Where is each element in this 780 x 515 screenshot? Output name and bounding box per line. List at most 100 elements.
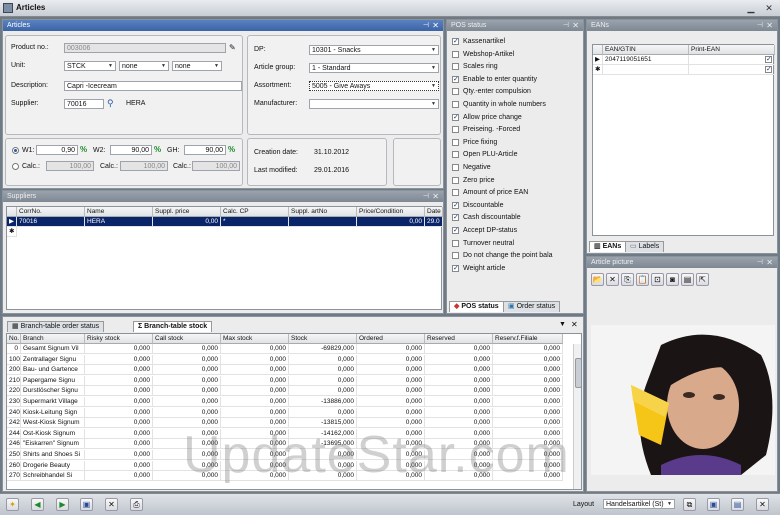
branch-cell[interactable]: 0,000 — [153, 397, 221, 407]
branch-cell[interactable]: 0,000 — [493, 397, 563, 407]
table-row[interactable]: 200 Bau- und Gartence 0,000 0,000 0,000 0,000… — [7, 365, 573, 376]
pos-status-item[interactable]: ✓ Kassenartikel — [452, 37, 582, 47]
pos-status-item[interactable]: Open PLU-Article — [452, 150, 582, 160]
branch-cell[interactable]: -69829,000 — [289, 344, 357, 354]
close-panel-icon[interactable]: ✕ — [766, 257, 773, 268]
branch-cell[interactable]: 0,000 — [425, 407, 493, 418]
pos-status-item[interactable]: Webshop-Artikel — [452, 50, 582, 60]
branch-cell[interactable]: 0,000 — [85, 428, 153, 439]
print-ean-cell[interactable] — [689, 55, 775, 65]
pos-status-checkbox[interactable]: ✓ — [452, 264, 459, 272]
branch-cell[interactable]: 0 — [7, 344, 21, 354]
branch-cell[interactable]: West-Kiosk Signum — [21, 418, 85, 429]
vertical-scrollbar[interactable] — [573, 344, 581, 489]
scrollbar-thumb[interactable] — [575, 358, 581, 388]
print-icon[interactable]: ⎙ — [130, 498, 143, 511]
branch-cell[interactable]: 0,000 — [221, 375, 289, 386]
forward-icon[interactable]: ▶ — [56, 498, 69, 511]
supplier-price-cell[interactable]: 0,00 — [153, 217, 221, 227]
percent-icon[interactable]: % — [80, 145, 88, 154]
branch-cell[interactable]: 0,000 — [289, 386, 357, 397]
branch-cell[interactable]: 0,000 — [425, 397, 493, 407]
new-icon[interactable]: ✦ — [6, 498, 19, 511]
branch-cell[interactable]: 0,000 — [153, 365, 221, 376]
back-icon[interactable]: ◀ — [31, 498, 44, 511]
branch-cell[interactable]: 0,000 — [85, 450, 153, 460]
pos-status-item[interactable]: Preiseing. -Forced — [452, 125, 582, 135]
branch-cell[interactable]: 0,000 — [357, 386, 425, 397]
close-panel-icon[interactable]: ✕ — [432, 191, 439, 202]
branch-cell[interactable]: 0,000 — [85, 354, 153, 365]
branch-column-header[interactable]: Branch — [21, 334, 85, 344]
gh-field[interactable]: 90,00 — [184, 145, 226, 155]
manufacturer-select[interactable] — [309, 99, 439, 109]
supplier-calc-cell[interactable]: * — [221, 217, 289, 227]
table-row[interactable]: 230 Supermarkt Village 0,000 0,000 0,000 -138… — [7, 397, 573, 407]
branch-cell[interactable]: 0,000 — [153, 407, 221, 418]
pos-status-checkbox[interactable]: ✓ — [452, 214, 459, 222]
document-icon[interactable]: ▤ — [681, 273, 694, 286]
supplier-no-field[interactable]: 70016 — [64, 99, 104, 109]
pos-status-item[interactable]: Price fixing — [452, 138, 582, 148]
branch-cell[interactable]: Bau- und Gartence — [21, 365, 85, 376]
pos-status-checkbox[interactable] — [452, 252, 459, 260]
branch-cell[interactable]: "Eiskarren" Signum — [21, 439, 85, 450]
branch-cell[interactable]: 270 — [7, 471, 21, 482]
branch-cell[interactable]: 0,000 — [221, 344, 289, 354]
close-window-icon[interactable]: ✕ — [762, 2, 776, 14]
copy-icon[interactable]: ⎘ — [621, 273, 634, 286]
layout-select[interactable]: Handelsartikel (St) — [603, 499, 675, 509]
calc2-field[interactable]: 100,00 — [120, 161, 168, 171]
branch-cell[interactable]: 0,000 — [221, 365, 289, 376]
branch-column-header[interactable]: Ordered — [357, 334, 425, 344]
pos-status-item[interactable]: Zero price — [452, 176, 582, 186]
pin-icon[interactable]: ⊣ — [757, 257, 763, 268]
branch-cell[interactable]: 0,000 — [493, 354, 563, 365]
pos-status-item[interactable]: Qty.-enter compulsion — [452, 87, 582, 97]
save-icon[interactable]: ▣ — [80, 498, 93, 511]
tab-labels[interactable]: ▭ Labels — [625, 241, 665, 252]
branch-cell[interactable]: Shirts and Shoes Si — [21, 450, 85, 460]
product-no-field[interactable]: 003006 — [64, 43, 226, 53]
percent-icon[interactable]: % — [228, 145, 236, 154]
layout-delete-icon[interactable]: ✕ — [756, 498, 769, 511]
column-header[interactable]: Price/Condition — [357, 207, 425, 217]
branch-column-header[interactable]: Max stock — [221, 334, 289, 344]
branch-cell[interactable]: 100 — [7, 354, 21, 365]
w1-field[interactable]: 0,90 — [36, 145, 78, 155]
branch-cell[interactable]: Kiosk-Leitung Sign — [21, 407, 85, 418]
branch-cell[interactable]: 0,000 — [357, 365, 425, 376]
calc1-field[interactable]: 100,00 — [46, 161, 94, 171]
scan-icon[interactable]: ⊡ — [651, 273, 664, 286]
table-row[interactable]: 100 Zentrallager Signu 0,000 0,000 0,000 0,00… — [7, 354, 573, 365]
branch-cell[interactable]: 0,000 — [357, 344, 425, 354]
close-tab-icon[interactable]: ✕ — [571, 320, 578, 329]
supplier-date-cell[interactable]: 29.0 — [425, 217, 443, 227]
pos-status-checkbox[interactable] — [452, 189, 459, 197]
branch-cell[interactable]: -13886,000 — [289, 397, 357, 407]
pos-status-item[interactable]: Scales ring — [452, 62, 582, 72]
branch-cell[interactable]: 0,000 — [153, 344, 221, 354]
branch-cell[interactable]: 246 — [7, 439, 21, 450]
column-header[interactable]: Name — [85, 207, 153, 217]
article-group-select[interactable]: 1 - Standard — [309, 63, 439, 73]
unit3-select[interactable]: none — [172, 61, 222, 71]
new-print-ean-cell[interactable] — [689, 65, 775, 75]
branch-cell[interactable]: 0,000 — [85, 365, 153, 376]
edit-icon[interactable]: ✎ — [229, 43, 239, 53]
branch-cell[interactable]: 0,000 — [85, 418, 153, 429]
pos-status-checkbox[interactable] — [452, 126, 459, 134]
pos-status-item[interactable]: Quantity in whole numbers — [452, 100, 582, 110]
percent-icon[interactable]: % — [154, 145, 162, 154]
branch-column-header[interactable]: Reserved — [425, 334, 493, 344]
column-header[interactable]: Date — [425, 207, 443, 217]
dp-select[interactable]: 10301 - Snacks — [309, 45, 439, 55]
branch-cell[interactable]: Ost-Kiosk Signum — [21, 428, 85, 439]
export-icon[interactable]: ⇱ — [696, 273, 709, 286]
branch-cell[interactable]: 0,000 — [425, 375, 493, 386]
supplier-corrno-cell[interactable]: 70016 — [17, 217, 85, 227]
pin-icon[interactable]: ⊣ — [757, 20, 763, 31]
pos-status-checkbox[interactable] — [452, 239, 459, 247]
branch-cell[interactable]: 0,000 — [221, 407, 289, 418]
print-ean-column-header[interactable]: Print-EAN — [689, 45, 775, 55]
